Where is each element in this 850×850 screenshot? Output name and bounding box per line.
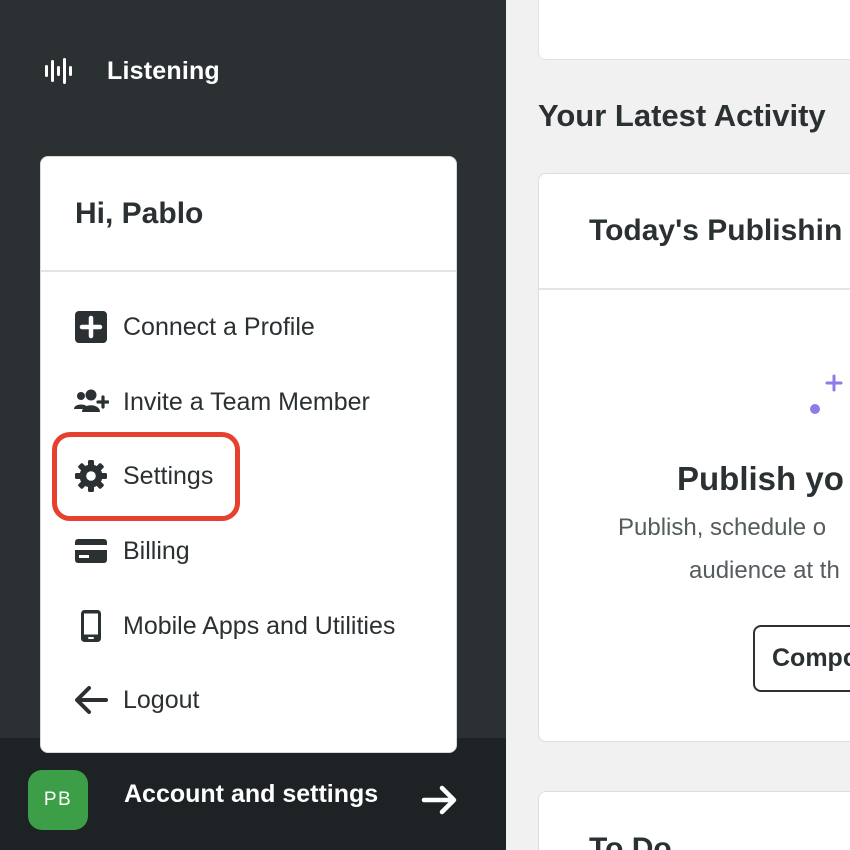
menu-item-label: Billing	[123, 536, 190, 565]
menu-header: Hi, Pablo	[41, 157, 456, 272]
menu-item-mobile-apps[interactable]: Mobile Apps and Utilities	[73, 604, 395, 648]
empty-state-title: Publish yo	[677, 460, 844, 497]
users-plus-icon	[73, 384, 109, 420]
plus-square-icon	[73, 309, 109, 345]
todo-card: To Do	[538, 791, 850, 850]
todo-card-title: To Do	[589, 832, 672, 850]
menu-item-label: Mobile Apps and Utilities	[123, 611, 396, 640]
menu-greeting: Hi, Pablo	[75, 196, 204, 230]
menu-item-connect-profile[interactable]: Connect a Profile	[73, 305, 315, 349]
menu-item-label: Connect a Profile	[123, 312, 315, 341]
nav-item-label: Listening	[107, 56, 220, 85]
avatar[interactable]: PB	[28, 770, 88, 830]
account-settings-label[interactable]: Account and settings	[124, 780, 378, 809]
menu-item-invite-team-member[interactable]: Invite a Team Member	[73, 380, 370, 424]
publishing-card: Today's Publishin Publish yo Publish, sc…	[538, 173, 850, 742]
section-title: Your Latest Activity	[538, 98, 826, 133]
empty-state-description: Publish, schedule o	[618, 514, 827, 541]
top-card	[538, 0, 850, 60]
menu-item-logout[interactable]: Logout	[73, 678, 199, 722]
settings-highlight-annotation	[52, 432, 240, 521]
menu-item-label: Logout	[123, 685, 200, 714]
arrow-left-icon	[73, 682, 109, 718]
mobile-phone-icon	[73, 608, 109, 644]
credit-card-icon	[73, 533, 109, 569]
publishing-card-title: Today's Publishin	[589, 214, 843, 247]
compose-button[interactable]: Compo	[753, 625, 850, 692]
menu-item-billing[interactable]: Billing	[73, 529, 190, 573]
nav-item-listening[interactable]: Listening	[42, 52, 220, 90]
menu-item-label: Invite a Team Member	[123, 387, 370, 416]
arrow-right-icon[interactable]	[420, 780, 460, 820]
waveform-icon	[42, 55, 74, 87]
empty-state-illustration-icon	[779, 364, 850, 424]
empty-state-description: audience at th	[689, 557, 840, 584]
